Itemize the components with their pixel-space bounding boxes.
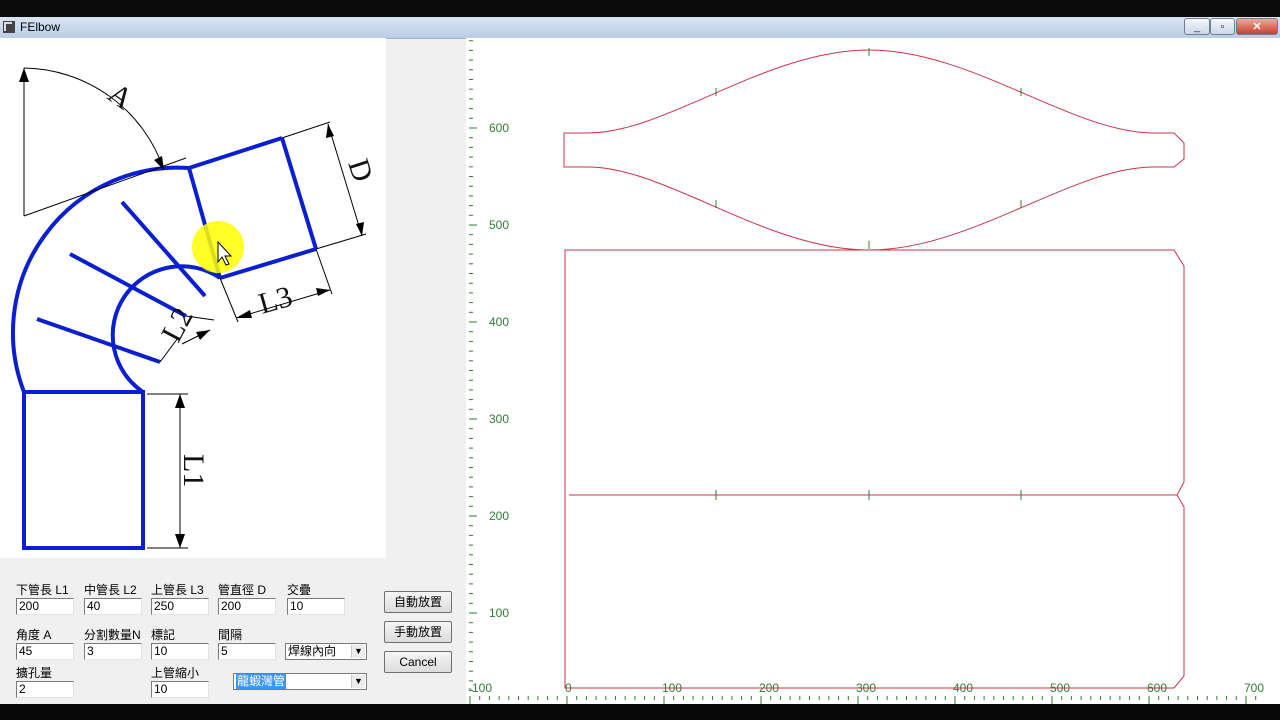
- weld-direction-value: 焊線內向: [288, 644, 337, 658]
- pattern-svg: -100 0 100 200 300 400 500 600 70010020030040050…: [468, 40, 1264, 704]
- pipe-type-value: 龍蝦灣管: [236, 674, 287, 689]
- l2-label-text: 中管長 L2: [84, 583, 137, 597]
- minimize-button[interactable]: _: [1184, 18, 1210, 35]
- maximize-button[interactable]: ▫: [1210, 18, 1235, 35]
- top-shrink-input[interactable]: 10: [151, 681, 209, 698]
- expand-label-text: 擴孔量: [16, 666, 53, 680]
- weld-direction-select[interactable]: 焊線內向 ▼: [285, 643, 367, 660]
- y-tick-label: 300: [489, 412, 509, 426]
- chevron-down-icon[interactable]: ▼: [351, 675, 365, 688]
- overlap-input[interactable]: 10: [287, 598, 345, 615]
- close-button[interactable]: ✕: [1236, 18, 1278, 35]
- top-pipe-pattern: [563, 49, 1185, 251]
- x-tick-label: -100: [468, 681, 492, 695]
- top-shrink-label-text: 上管縮小: [151, 666, 200, 680]
- l3-label-text: 上管長 L3: [151, 583, 204, 597]
- overlap-label-text: 交疊: [287, 583, 312, 597]
- spacing-label-text: 間隔: [218, 628, 243, 642]
- unfold-pattern: [563, 49, 1185, 689]
- diameter-input[interactable]: 200: [218, 598, 276, 615]
- title-bar[interactable]: FElbow _ ▫ ✕: [0, 17, 1280, 39]
- diameter-label-text: 管直徑 D: [218, 583, 267, 597]
- spacing-input[interactable]: 5: [218, 643, 276, 660]
- manual-place-button[interactable]: 手動放置: [384, 621, 452, 643]
- l1-input[interactable]: 200: [16, 598, 74, 615]
- expand-input[interactable]: 2: [16, 681, 74, 698]
- l1-label-text: 下管長 L1: [16, 583, 69, 597]
- felbow-window: FElbow _ ▫ ✕ A D L1 L2 L3 下管長 L1 200 中管長…: [0, 17, 1280, 704]
- segments-label-text: 分割數量N: [84, 628, 141, 642]
- auto-place-button[interactable]: 自動放置: [384, 591, 452, 613]
- pipe-type-select[interactable]: 龍蝦灣管 ▼: [233, 673, 367, 690]
- angle-input[interactable]: 45: [16, 643, 74, 660]
- l2-input[interactable]: 40: [84, 598, 142, 615]
- screen-top-bar: [0, 0, 1280, 17]
- angle-label-text: 角度 A: [16, 628, 52, 642]
- cancel-button[interactable]: Cancel: [384, 651, 452, 673]
- segments-input[interactable]: 3: [84, 643, 142, 660]
- y-tick-label: 100: [489, 606, 509, 620]
- screen-bottom-bar: [0, 704, 1280, 720]
- y-tick-label: 500: [489, 218, 509, 232]
- parameter-form: 下管長 L1 200 中管長 L2 40 上管長 L3 250 管直徑 D 20…: [0, 38, 466, 704]
- axes: -100 0 100 200 300 400 500 600 70010020030040050…: [468, 40, 1264, 704]
- l3-input[interactable]: 250: [151, 598, 209, 615]
- mark-label-text: 標記: [151, 628, 176, 642]
- app-icon: [3, 21, 15, 33]
- pattern-canvas[interactable]: -100 0 100 200 300 400 500 600 700 100 200 300 400 50…: [466, 38, 1280, 704]
- lower-pipe-pattern: [564, 249, 1185, 689]
- window-title: FElbow: [20, 20, 61, 34]
- x-tick-label: 700: [1244, 681, 1264, 695]
- mark-input[interactable]: 10: [151, 643, 209, 660]
- y-tick-label: 200: [489, 509, 509, 523]
- y-tick-label: 600: [489, 121, 509, 135]
- mark-ticks: [715, 48, 1022, 500]
- chevron-down-icon[interactable]: ▼: [351, 645, 365, 658]
- y-tick-label: 400: [489, 315, 509, 329]
